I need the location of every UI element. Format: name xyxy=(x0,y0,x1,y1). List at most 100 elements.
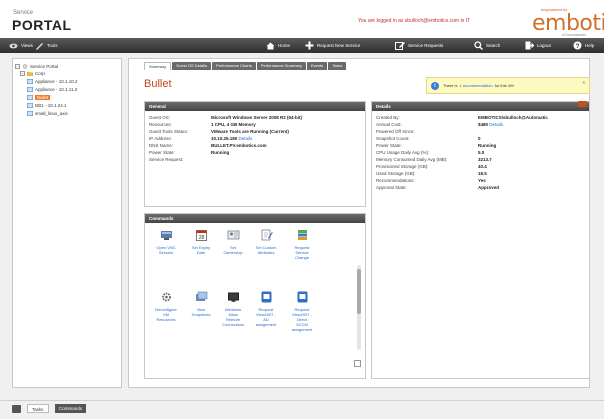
change-request-icon xyxy=(297,230,307,240)
service-requests-button[interactable]: Service Requests xyxy=(395,38,443,53)
tab-bottom-commands[interactable]: Commands xyxy=(55,404,87,413)
view-snapshots-command[interactable]: View Snapshots xyxy=(190,291,212,317)
vnc-icon xyxy=(160,231,172,240)
field-value: EMBOTICS\sbulloch@Automatic xyxy=(478,115,548,120)
brand-title: PORTAL xyxy=(12,17,72,33)
section-header: Details xyxy=(372,102,589,111)
svg-text:28: 28 xyxy=(198,235,204,241)
reconfigure-icon xyxy=(161,292,171,302)
field-value: 3213.7 xyxy=(478,157,492,162)
commands-scrollbar[interactable] xyxy=(357,265,361,350)
main-toolbar: Views Tools Home Request New Service Ser… xyxy=(0,38,604,53)
tree-item-service-portal[interactable]: − Service Portal xyxy=(15,64,58,69)
recommendation-notice: i There is 1 recommendation for this VM … xyxy=(426,77,590,94)
search-button[interactable]: Search xyxy=(474,38,500,53)
command-label: Open VNC Session xyxy=(156,245,176,255)
service-requests-label: Service Requests xyxy=(408,43,444,48)
help-label: Help xyxy=(585,43,595,48)
reconfigure-vm-resources-command[interactable]: Reconfigure VM Resources xyxy=(155,291,177,322)
resize-handle[interactable] xyxy=(354,360,361,367)
tree-item-bullet[interactable]: Bullet xyxy=(27,95,51,100)
panel-toggle-icon[interactable] xyxy=(12,405,21,413)
close-icon[interactable]: x xyxy=(583,80,586,86)
logout-icon xyxy=(525,41,534,50)
tree-item-label: DB1 - 10.1.24.1 xyxy=(35,103,67,108)
vm-icon xyxy=(27,95,33,100)
tab-events[interactable]: Events xyxy=(306,62,328,70)
field-value: 10.10.25.180 Details xyxy=(211,136,252,141)
command-label: View Snapshots xyxy=(191,307,211,317)
help-icon: ? xyxy=(573,41,582,50)
sccm-icon xyxy=(297,291,307,303)
field-value: Running xyxy=(478,143,497,148)
notice-suffix: for this VM xyxy=(494,83,514,88)
tree-item-vm[interactable]: small_linux_axis xyxy=(27,111,68,116)
annual-cost: $480 xyxy=(478,122,489,127)
field-label: Power State: xyxy=(149,150,175,155)
vm-icon xyxy=(27,87,33,92)
set-custom-attributes-command[interactable]: Set Custom Attributes xyxy=(255,229,277,255)
command-label: Set Custom Attributes xyxy=(255,245,277,255)
collapse-toggle-icon[interactable]: − xyxy=(15,64,20,69)
top-header: Service PORTAL You are logged in as sbul… xyxy=(0,0,604,38)
tab-performance-charts[interactable]: Performance Charts xyxy=(212,62,256,70)
logout-button[interactable]: Logout xyxy=(525,38,551,53)
tab-performance-summary[interactable]: Performance Summary xyxy=(256,62,306,70)
tree-item-vm[interactable]: Appliance - 10.1.10.2 xyxy=(27,79,78,84)
tab-tasks[interactable]: Tasks xyxy=(328,62,347,70)
info-icon: i xyxy=(431,81,439,90)
tree-item-vm[interactable]: Appliance - 10.1.11.2 xyxy=(27,87,77,92)
ip-details-link[interactable]: Details xyxy=(239,136,253,141)
request-view2007-ad-assignment-command[interactable]: Request View2007 - AD assignment xyxy=(255,291,277,327)
command-label: Request Service Change xyxy=(294,245,310,260)
windows-allow-remote-connections-command[interactable]: Windows Allow Remote Connections xyxy=(222,291,244,327)
bottom-bar xyxy=(0,400,604,419)
command-label: Windows Allow Remote Connections xyxy=(222,307,245,327)
field-label: Snapshot Count: xyxy=(376,136,410,141)
request-service-change-command[interactable]: Request Service Change xyxy=(291,229,313,260)
tab-summary[interactable]: Summary xyxy=(144,62,172,70)
field-label: Approval State: xyxy=(376,185,407,190)
snapshots-icon xyxy=(195,291,207,301)
attributes-icon xyxy=(261,229,273,241)
search-label: Search xyxy=(486,43,501,48)
field-label: IP Address: xyxy=(149,136,172,141)
home-label: Home xyxy=(278,43,291,48)
request-new-service-button[interactable]: Request New Service xyxy=(305,38,360,53)
field-label: DNS Name: xyxy=(149,143,174,148)
cost-details-link[interactable]: Details xyxy=(489,122,503,127)
open-vnc-session-command[interactable]: Open VNC Session xyxy=(155,229,177,255)
tab-bottom-tasks[interactable]: Tasks xyxy=(27,404,49,413)
field-label: Used Storage (GB): xyxy=(376,171,416,176)
tree-item-vm[interactable]: DB1 - 10.1.24.1 xyxy=(27,103,67,108)
command-label: Set Ownership xyxy=(223,245,243,255)
tree-item-label: Appliance - 10.1.11.2 xyxy=(35,87,78,92)
views-menu[interactable]: Views xyxy=(9,38,33,53)
home-button[interactable]: Home xyxy=(266,38,290,53)
field-value: Yes xyxy=(478,178,486,183)
help-button[interactable]: ? Help xyxy=(573,38,594,53)
tree-item-label: Service Portal xyxy=(30,64,59,69)
field-value: Approved xyxy=(478,185,500,190)
tab-guest-os-details[interactable]: Guest OS Details xyxy=(172,62,212,70)
tree-item-label: Appliance - 10.1.10.2 xyxy=(35,79,78,84)
collapse-toggle-icon[interactable]: − xyxy=(20,71,25,76)
field-label: Powered Off Since: xyxy=(376,129,415,134)
tree-item-corp[interactable]: − Corp xyxy=(20,71,45,76)
set-ownership-command[interactable]: Set Ownership xyxy=(222,229,244,255)
vm-icon xyxy=(27,79,33,84)
scrollbar-thumb[interactable] xyxy=(357,269,361,314)
field-value: 1 CPU, 4 GB Memory xyxy=(211,122,256,127)
recommendation-link[interactable]: 1 recommendation xyxy=(459,83,492,88)
tree-item-label: Bullet xyxy=(35,95,51,100)
field-label: Guest OS: xyxy=(149,115,171,120)
flag-icon xyxy=(578,101,587,107)
field-label: Guest Tools Status: xyxy=(149,129,188,134)
tree-item-label: Corp xyxy=(35,71,45,76)
field-label: Created By: xyxy=(376,115,400,120)
request-view2007-direct-sccm-assignment-command[interactable]: Request View2007 - Direct SCCM assignmen… xyxy=(291,291,313,332)
field-value: Microsoft Windows Server 2008 R2 (64-bit… xyxy=(211,115,302,120)
set-expiry-date-command[interactable]: 28 Set Expiry Date xyxy=(190,229,212,255)
tools-menu[interactable]: Tools xyxy=(35,38,58,53)
field-label: Resources: xyxy=(149,122,172,127)
